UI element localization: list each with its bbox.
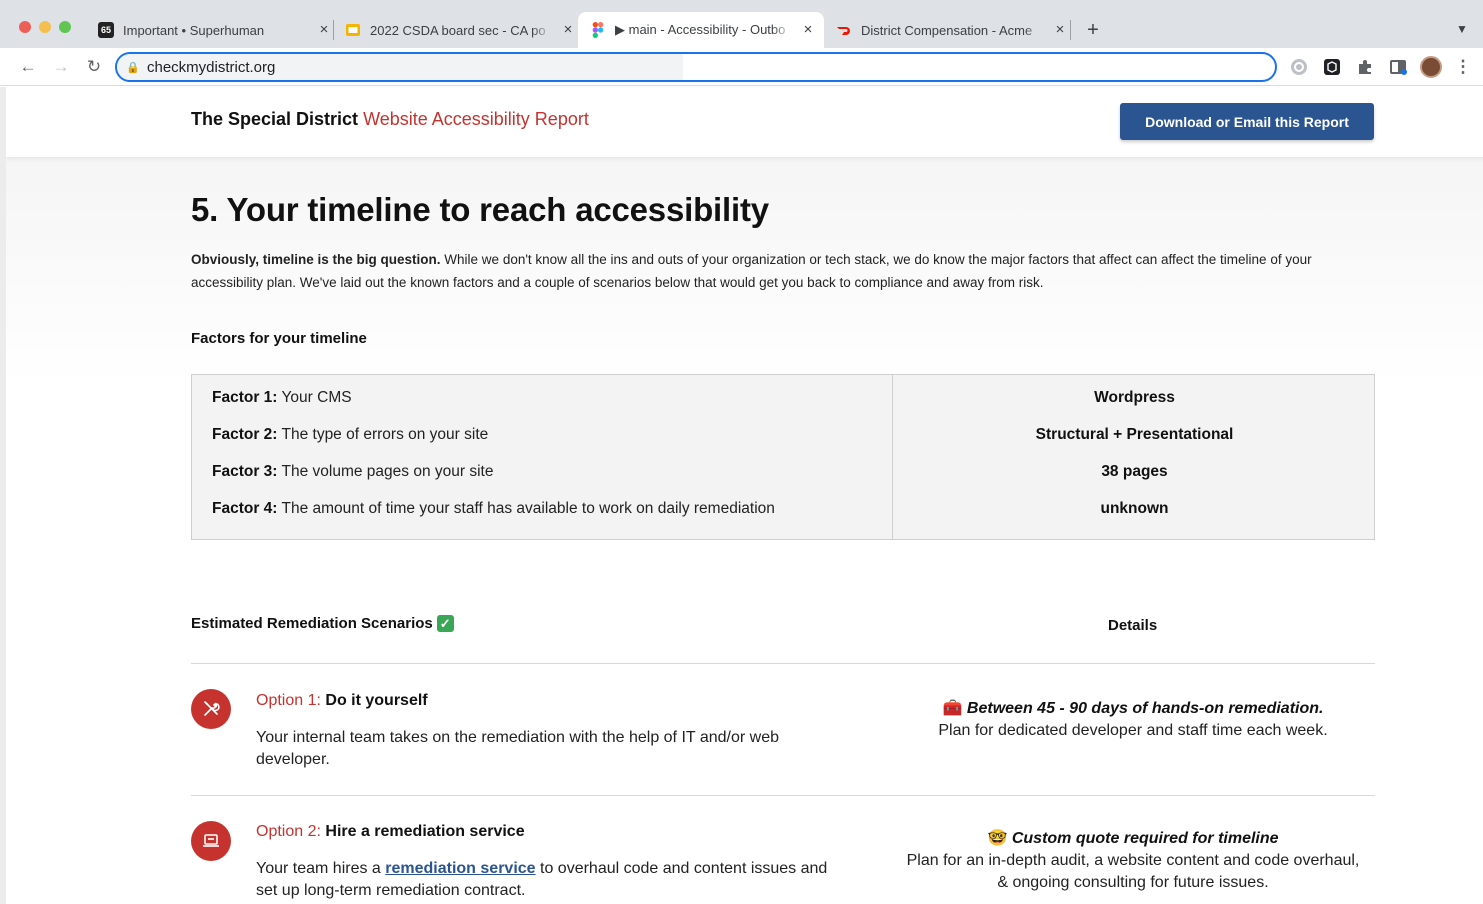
tab-separator xyxy=(1070,20,1071,40)
factor-row: Factor 3: The volume pages on your site xyxy=(212,463,493,481)
window-zoom-button[interactable] xyxy=(59,21,71,33)
factor-label: Factor 1: xyxy=(212,389,278,406)
factor-label: Factor 3: xyxy=(212,463,278,480)
brand-accent: Website Accessibility Report xyxy=(363,109,589,129)
grammarly-extension-icon[interactable] xyxy=(1290,58,1308,76)
doordash-icon xyxy=(836,22,852,38)
browser-toolbar: ← → ↻ 🔒 checkmydistrict.org ⋮ xyxy=(0,48,1483,86)
browser-tab-superhuman[interactable]: 65 Important • Superhuman × xyxy=(92,12,332,48)
detail-text: Plan for an in-depth audit, a website co… xyxy=(906,852,1360,891)
close-icon[interactable]: × xyxy=(316,22,332,38)
tab-title: Important • Superhuman xyxy=(123,22,308,38)
lock-icon[interactable]: 🔒 xyxy=(126,61,140,74)
option-2-title: Option 2: Hire a remediation service xyxy=(256,823,525,841)
puzzle-extensions-icon[interactable] xyxy=(1356,58,1374,76)
nerd-face-icon: 🤓 xyxy=(987,830,1008,847)
scenarios-heading: Estimated Remediation Scenarios ✓ xyxy=(191,615,454,632)
new-tab-button[interactable]: + xyxy=(1083,20,1103,40)
details-heading: Details xyxy=(1108,617,1158,634)
laptop-icon xyxy=(191,821,231,861)
check-mark-icon: ✓ xyxy=(436,615,454,632)
site-brand[interactable]: The Special District Website Accessibili… xyxy=(191,109,589,130)
factors-table: Factor 1: Your CMS Wordpress Factor 2: T… xyxy=(191,374,1375,540)
divider xyxy=(191,795,1375,796)
divider xyxy=(191,663,1375,664)
factor-label: Factor 2: xyxy=(212,426,278,443)
extension-cube-icon[interactable] xyxy=(1323,58,1341,76)
tab-separator xyxy=(333,20,334,40)
window-minimize-button[interactable] xyxy=(39,21,51,33)
factor-row: Factor 4: The amount of time your staff … xyxy=(212,500,775,518)
more-vertical-icon[interactable]: ⋮ xyxy=(1452,56,1474,78)
close-icon[interactable]: × xyxy=(560,22,576,38)
superhuman-icon: 65 xyxy=(98,22,114,38)
remediation-service-link[interactable]: remediation service xyxy=(385,860,535,877)
tab-search-chevron-icon[interactable]: ▼ xyxy=(1456,22,1468,36)
factor-text: The type of errors on your site xyxy=(277,426,489,443)
factor-text: The amount of time your staff has availa… xyxy=(277,500,775,517)
reading-list-icon[interactable] xyxy=(1389,58,1407,76)
factor-row: Factor 2: The type of errors on your sit… xyxy=(212,426,488,444)
factor-value: Wordpress xyxy=(1094,389,1175,406)
toolbox-icon: 🧰 xyxy=(942,700,963,717)
factor-text: Your CMS xyxy=(277,389,352,406)
factor-value: Structural + Presentational xyxy=(1035,426,1234,443)
slides-icon xyxy=(345,22,361,38)
detail-text: Plan for dedicated developer and staff t… xyxy=(938,722,1328,739)
site-header: The Special District Website Accessibili… xyxy=(6,87,1483,157)
option-number: Option 1: xyxy=(256,692,321,709)
url-text[interactable]: checkmydistrict.org xyxy=(147,59,275,76)
reload-icon[interactable]: ↻ xyxy=(83,56,105,78)
option-1-title: Option 1: Do it yourself xyxy=(256,692,428,710)
download-report-button[interactable]: Download or Email this Report xyxy=(1120,103,1374,140)
option-1-description: Your internal team takes on the remediat… xyxy=(256,729,779,768)
factor-value: unknown xyxy=(1100,500,1169,517)
close-icon[interactable]: × xyxy=(1052,22,1068,38)
option-2-details: 🤓 Custom quote required for timeline Pla… xyxy=(906,828,1360,894)
scenarios-heading-text: Estimated Remediation Scenarios xyxy=(191,615,433,632)
factor-value: 38 pages xyxy=(1101,463,1168,480)
brand-plain: The Special District xyxy=(191,109,359,129)
section-intro: Obviously, timeline is the big question.… xyxy=(191,248,1371,294)
address-bar[interactable]: 🔒 checkmydistrict.org xyxy=(115,52,1277,82)
option-name: Hire a remediation service xyxy=(320,823,525,840)
section-title: 5. Your timeline to reach accessibility xyxy=(191,191,769,228)
browser-tab-slides[interactable]: 2022 CSDA board sec - CA po × xyxy=(339,12,576,48)
profile-avatar[interactable] xyxy=(1420,56,1442,78)
intro-lead: Obviously, timeline is the big question. xyxy=(191,252,441,267)
browser-tab-compensation[interactable]: District Compensation - Acme × xyxy=(828,12,1068,48)
factor-label: Factor 4: xyxy=(212,500,278,517)
tools-icon xyxy=(191,689,231,729)
browser-tab-bar: 65 Important • Superhuman × 2022 CSDA bo… xyxy=(0,0,1483,48)
back-arrow-icon[interactable]: ← xyxy=(17,56,39,78)
desc-before: Your team hires a xyxy=(256,860,386,877)
tab-title: ▶ main - Accessibility - Outbo xyxy=(615,22,792,38)
close-icon[interactable]: × xyxy=(800,22,816,38)
detail-emphasis: Custom quote required for timeline xyxy=(1011,830,1279,847)
forward-arrow-icon[interactable]: → xyxy=(50,56,72,78)
option-number: Option 2: xyxy=(256,823,321,840)
window-close-button[interactable] xyxy=(19,21,31,33)
tab-title: 2022 CSDA board sec - CA po xyxy=(370,22,552,38)
option-2-description: Your team hires a remediation service to… xyxy=(256,858,846,902)
page-content: The Special District Website Accessibili… xyxy=(0,87,1483,904)
factor-text: The volume pages on your site xyxy=(277,463,494,480)
browser-tab-figma[interactable]: ▶ main - Accessibility - Outbo × xyxy=(578,12,824,48)
factors-heading: Factors for your timeline xyxy=(191,330,367,347)
tab-title: District Compensation - Acme xyxy=(861,22,1044,38)
option-name: Do it yourself xyxy=(320,692,428,709)
factor-row: Factor 1: Your CMS xyxy=(212,389,352,407)
option-1-details: 🧰 Between 45 - 90 days of hands-on remed… xyxy=(906,698,1360,742)
figma-icon xyxy=(590,22,606,38)
detail-emphasis: Between 45 - 90 days of hands-on remedia… xyxy=(966,700,1324,717)
